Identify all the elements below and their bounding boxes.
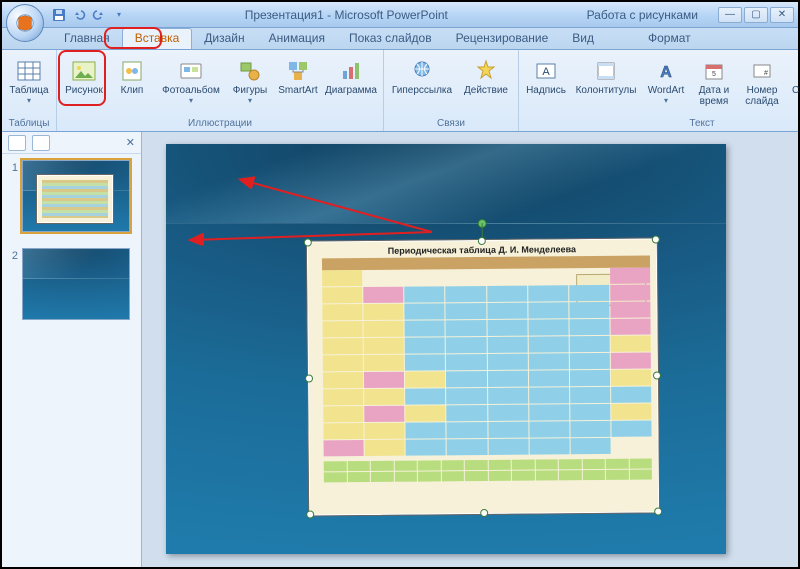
table-icon xyxy=(15,57,43,85)
picture-icon xyxy=(70,57,98,85)
tab-insert[interactable]: Вставка xyxy=(122,28,193,49)
quick-access-toolbar: ▾ xyxy=(52,8,126,22)
resize-handle-bm[interactable] xyxy=(480,509,488,517)
office-button[interactable] xyxy=(6,4,44,42)
slidenum-icon: # xyxy=(748,57,776,85)
table-label: Таблица xyxy=(9,85,48,96)
periodic-table-grid xyxy=(322,268,652,509)
outline-tab-icon[interactable] xyxy=(32,135,50,151)
resize-handle-mr[interactable] xyxy=(653,371,661,379)
wordart-icon: A xyxy=(652,57,680,85)
resize-handle-tm[interactable] xyxy=(478,237,486,245)
slide-thumb-2[interactable] xyxy=(22,248,130,320)
wordart-button[interactable]: A WordArt ▾ xyxy=(643,54,689,108)
textbox-button[interactable]: A Надпись xyxy=(523,54,569,99)
slide-number-2: 2 xyxy=(6,248,18,320)
clip-icon xyxy=(118,57,146,85)
hyperlink-label: Гиперссылка xyxy=(392,85,452,96)
close-pane-icon[interactable]: ✕ xyxy=(126,136,135,149)
chart-icon xyxy=(337,57,365,85)
tab-format[interactable]: Формат xyxy=(636,29,703,49)
action-button[interactable]: Действие xyxy=(458,54,514,99)
slide-thumb-1[interactable] xyxy=(22,160,130,232)
group-links: Связи xyxy=(388,117,514,131)
datetime-label: Дата и время xyxy=(692,85,736,107)
clip-label: Клип xyxy=(121,85,144,96)
slidenum-button[interactable]: # Номер слайда xyxy=(739,54,785,110)
svg-text:A: A xyxy=(542,66,550,78)
group-text: Текст xyxy=(523,117,800,131)
context-tab-title: Работа с рисунками xyxy=(567,8,718,22)
svg-text:A: A xyxy=(660,64,672,81)
save-icon[interactable] xyxy=(52,8,66,22)
group-tables: Таблицы xyxy=(6,117,52,131)
resize-handle-br[interactable] xyxy=(654,507,662,515)
photoalbum-label: Фотоальбом xyxy=(162,85,220,96)
textbox-icon: A xyxy=(532,57,560,85)
tab-slideshow[interactable]: Показ слайдов xyxy=(337,29,444,49)
smartart-label: SmartArt xyxy=(278,85,317,96)
svg-text:#: # xyxy=(764,70,768,77)
qat-dropdown-icon[interactable]: ▾ xyxy=(112,8,126,22)
symbol-label: Символ xyxy=(792,85,800,96)
minimize-button[interactable]: — xyxy=(718,7,742,23)
resize-handle-ml[interactable] xyxy=(305,374,313,382)
slidenum-label: Номер слайда xyxy=(740,85,784,107)
smartart-button[interactable]: SmartArt xyxy=(275,54,321,99)
maximize-button[interactable]: ▢ xyxy=(744,7,768,23)
symbol-button[interactable]: Ω Символ xyxy=(787,54,800,99)
tab-animations[interactable]: Анимация xyxy=(257,29,337,49)
undo-icon[interactable] xyxy=(72,8,86,22)
hyperlink-button[interactable]: Гиперссылка xyxy=(388,54,456,99)
chart-label: Диаграмма xyxy=(325,85,377,96)
inserted-picture[interactable]: Периодическая таблица Д. И. Менделеева xyxy=(307,238,659,515)
photoalbum-icon xyxy=(177,57,205,85)
table-button[interactable]: Таблица ▾ xyxy=(6,54,52,108)
shapes-label: Фигуры xyxy=(233,85,267,96)
slide-thumbnails-pane: ✕ 1 2 xyxy=(2,132,142,567)
tab-design[interactable]: Дизайн xyxy=(192,29,256,49)
shapes-icon xyxy=(236,57,264,85)
picture-button[interactable]: Рисунок xyxy=(61,54,107,99)
slide-number-1: 1 xyxy=(6,160,18,232)
picture-label: Рисунок xyxy=(65,85,103,96)
thumbnails-tab-icon[interactable] xyxy=(8,135,26,151)
resize-handle-bl[interactable] xyxy=(306,510,314,518)
datetime-icon: 5 xyxy=(700,57,728,85)
photoalbum-button[interactable]: Фотоальбом ▾ xyxy=(157,54,225,108)
tab-review[interactable]: Рецензирование xyxy=(444,29,561,49)
resize-handle-tr[interactable] xyxy=(652,235,660,243)
smartart-icon xyxy=(284,57,312,85)
wordart-label: WordArt xyxy=(648,85,685,96)
resize-handle-tl[interactable] xyxy=(304,238,312,246)
svg-text:5: 5 xyxy=(712,71,716,78)
shapes-button[interactable]: Фигуры ▾ xyxy=(227,54,273,108)
window-title: Презентация1 - Microsoft PowerPoint xyxy=(126,8,567,22)
group-illustrations: Иллюстрации xyxy=(61,117,379,131)
action-label: Действие xyxy=(464,85,508,96)
chart-button[interactable]: Диаграмма xyxy=(323,54,379,99)
headerfooter-icon xyxy=(592,57,620,85)
slide-editor[interactable]: Периодическая таблица Д. И. Менделеева xyxy=(142,132,798,567)
headerfooter-button[interactable]: Колонтитулы xyxy=(571,54,641,99)
hyperlink-icon xyxy=(408,57,436,85)
textbox-label: Надпись xyxy=(526,85,566,96)
close-button[interactable]: ✕ xyxy=(770,7,794,23)
headerfooter-label: Колонтитулы xyxy=(576,85,637,96)
action-icon xyxy=(472,57,500,85)
tab-view[interactable]: Вид xyxy=(560,29,606,49)
clip-button[interactable]: Клип xyxy=(109,54,155,99)
current-slide[interactable]: Периодическая таблица Д. И. Менделеева xyxy=(166,144,726,554)
symbol-icon: Ω xyxy=(796,57,800,85)
ribbon: Таблица ▾ Таблицы Рисунок Клип Фотоальбо… xyxy=(2,50,798,132)
datetime-button[interactable]: 5 Дата и время xyxy=(691,54,737,110)
redo-icon[interactable] xyxy=(92,8,106,22)
tab-home[interactable]: Главная xyxy=(52,29,122,49)
